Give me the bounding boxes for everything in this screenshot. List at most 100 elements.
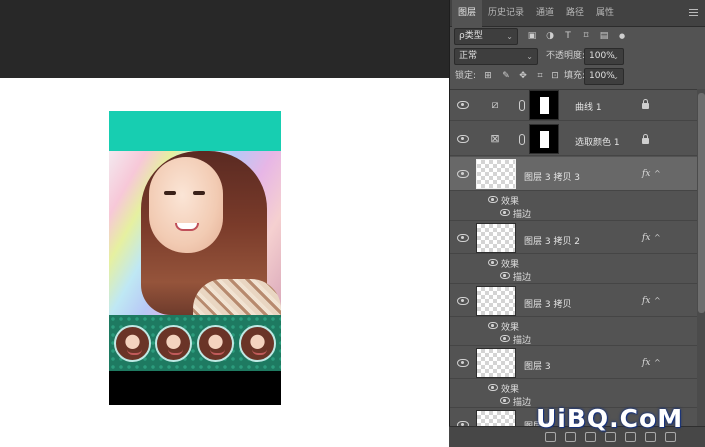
new-adjustment-icon[interactable] [605, 432, 616, 442]
panel-tabs: 图层 历史记录 通道 路径 属性 [450, 0, 705, 27]
chevron-down-icon: ⌄ [506, 32, 513, 41]
tab-layers[interactable]: 图层 [452, 0, 483, 27]
scrollbar-thumb[interactable] [698, 93, 705, 313]
lock-all-icon[interactable]: ⊡ [550, 71, 560, 81]
chevron-down-icon: ⌄ [612, 52, 619, 61]
opacity-input[interactable]: 100% ⌄ [584, 48, 624, 65]
layer-name[interactable]: 选取颜色 1 [575, 135, 620, 148]
layer-3-copy-3[interactable]: 图层 3 拷贝 3 fx ^ [450, 157, 697, 191]
layers-list[interactable]: ⧄ 曲线 1 ⊠ 选取颜色 1 图层 3 拷贝 3 fx ^ 效果 描边 图层 … [450, 89, 697, 447]
stroke-eye-icon[interactable] [500, 397, 510, 404]
fx-badge[interactable]: fx [642, 296, 650, 306]
trash-icon[interactable] [665, 432, 676, 442]
layers-scrollbar[interactable] [697, 89, 705, 447]
filter-toggle-icon[interactable]: ● [617, 31, 627, 41]
stroke-effect-label[interactable]: 描边 [513, 207, 531, 220]
layer-name[interactable]: 图层 3 拷贝 3 [524, 170, 580, 183]
layer-selective-color-1[interactable]: ⊠ 选取颜色 1 [450, 122, 697, 156]
link-layers-icon[interactable] [545, 432, 556, 442]
pixel-filter-icon[interactable]: ▣ [527, 31, 537, 41]
effects-eye-icon[interactable] [488, 196, 498, 203]
filter-kind-select[interactable]: ρ类型 ⌄ [454, 28, 518, 45]
tab-paths[interactable]: 路径 [560, 0, 590, 27]
lock-row: 锁定: ⊞ ✎ ✥ ⌗ ⊡ 填充: 100% ⌄ [450, 68, 705, 88]
layer-name[interactable]: 曲线 1 [575, 100, 602, 113]
stroke-effect-label[interactable]: 描边 [513, 270, 531, 283]
tab-properties[interactable]: 属性 [590, 0, 620, 27]
expand-effects-icon[interactable]: ^ [654, 358, 661, 367]
visibility-eye-icon[interactable] [457, 101, 469, 109]
layer-thumbnail[interactable] [476, 348, 516, 378]
layer-3-copy-2[interactable]: 图层 3 拷贝 2 fx ^ [450, 220, 697, 254]
teal-header-bar [109, 111, 281, 151]
layer-mask-thumbnail[interactable] [529, 90, 559, 120]
layer-name[interactable]: 图层 3 拷贝 2 [524, 234, 580, 247]
visibility-eye-icon[interactable] [457, 170, 469, 178]
stroke-eye-icon[interactable] [500, 335, 510, 342]
document-canvas[interactable] [0, 78, 449, 447]
face-shape [149, 157, 223, 253]
effects-label: 效果 [501, 197, 520, 207]
blend-mode-select[interactable]: 正常 ⌄ [454, 48, 538, 65]
photoshop-window: 图层 历史记录 通道 路径 属性 ρ类型 ⌄ ▣ ◑ T ⌑ ▤ ● 正常 ⌄ [0, 0, 705, 447]
new-group-icon[interactable] [625, 432, 636, 442]
effects-label: 效果 [501, 385, 520, 395]
left-eye [164, 191, 176, 195]
artboard[interactable] [109, 111, 281, 405]
adjustment-filter-icon[interactable]: ◑ [545, 31, 555, 41]
effects-eye-icon[interactable] [488, 259, 498, 266]
layer-name[interactable]: 图层 3 [524, 359, 551, 372]
layer-curves-1[interactable]: ⧄ 曲线 1 [450, 90, 697, 121]
fx-badge[interactable]: fx [642, 358, 650, 368]
black-footer-bar [109, 371, 281, 405]
effects-eye-icon[interactable] [488, 322, 498, 329]
expand-effects-icon[interactable]: ^ [654, 169, 661, 178]
layer-thumbnail[interactable] [476, 159, 516, 189]
stroke-eye-icon[interactable] [500, 209, 510, 216]
panel-menu-icon[interactable] [689, 9, 698, 16]
add-mask-icon[interactable] [585, 432, 596, 442]
lock-transparency-icon[interactable]: ⊞ [483, 71, 493, 81]
filter-row: ρ类型 ⌄ ▣ ◑ T ⌑ ▤ ● [450, 28, 705, 48]
lock-image-icon[interactable]: ✎ [501, 71, 511, 81]
lock-artboard-icon[interactable]: ⌗ [535, 71, 545, 81]
thumbnail-1 [114, 325, 151, 362]
canvas-area[interactable] [0, 0, 449, 447]
add-style-icon[interactable] [565, 432, 576, 442]
fx-badge[interactable]: fx [642, 169, 650, 179]
layer-thumbnail[interactable] [476, 223, 516, 253]
fill-input[interactable]: 100% ⌄ [584, 68, 624, 85]
effects-group-3-copy-3: 效果 描边 [450, 192, 697, 220]
shape-filter-icon[interactable]: ⌑ [581, 31, 591, 41]
new-layer-icon[interactable] [645, 432, 656, 442]
tab-channels[interactable]: 通道 [530, 0, 560, 27]
opacity-label: 不透明度: [546, 51, 586, 61]
expand-effects-icon[interactable]: ^ [654, 296, 661, 305]
fx-badge[interactable]: fx [642, 233, 650, 243]
effects-label: 效果 [501, 260, 520, 270]
layer-mask-thumbnail[interactable] [529, 124, 559, 154]
mask-link-icon[interactable] [519, 134, 525, 145]
tab-history[interactable]: 历史记录 [482, 0, 530, 27]
visibility-eye-icon[interactable] [457, 135, 469, 143]
stroke-eye-icon[interactable] [500, 272, 510, 279]
mask-link-icon[interactable] [519, 100, 525, 111]
layer-3[interactable]: 图层 3 fx ^ [450, 345, 697, 379]
layer-name[interactable]: 图层 3 拷贝 [524, 297, 571, 310]
type-filter-icon[interactable]: T [563, 31, 573, 41]
lock-icon [642, 134, 649, 144]
lock-position-icon[interactable]: ✥ [518, 71, 528, 81]
layer-3-copy[interactable]: 图层 3 拷贝 fx ^ [450, 283, 697, 317]
smart-object-filter-icon[interactable]: ▤ [599, 31, 609, 41]
chevron-down-icon: ⌄ [526, 52, 533, 61]
effects-eye-icon[interactable] [488, 384, 498, 391]
visibility-eye-icon[interactable] [457, 359, 469, 367]
thumbnail-2 [155, 325, 192, 362]
visibility-eye-icon[interactable] [457, 297, 469, 305]
expand-effects-icon[interactable]: ^ [654, 233, 661, 242]
visibility-eye-icon[interactable] [457, 234, 469, 242]
layer-thumbnail[interactable] [476, 286, 516, 316]
fill-value: 100% [589, 71, 615, 81]
thumbnail-4 [239, 325, 276, 362]
lock-icon [642, 99, 649, 109]
